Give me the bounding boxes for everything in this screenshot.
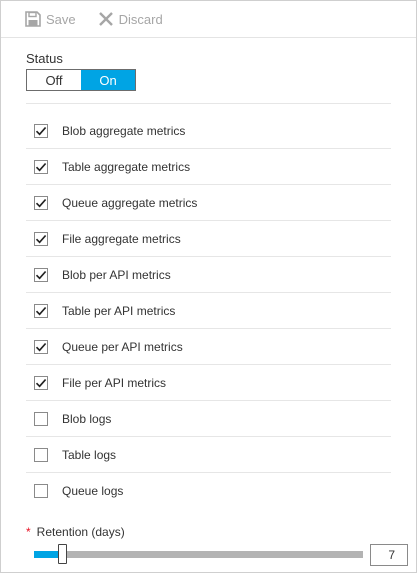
divider [26, 103, 391, 104]
metric-row[interactable]: Blob logs [26, 401, 391, 437]
retention-label-text: Retention (days) [36, 525, 125, 539]
metric-checkbox[interactable] [34, 411, 48, 426]
metric-checkbox[interactable] [34, 447, 48, 462]
status-on-option[interactable]: On [81, 70, 135, 90]
checkmark-icon [35, 234, 47, 244]
status-toggle: Off On [26, 69, 136, 91]
required-marker: * [26, 525, 31, 539]
metric-row[interactable]: File per API metrics [26, 365, 391, 401]
metric-row[interactable]: Blob per API metrics [26, 257, 391, 293]
metric-label: Table aggregate metrics [62, 159, 191, 174]
metric-row[interactable]: Queue aggregate metrics [26, 185, 391, 221]
save-label: Save [46, 11, 76, 27]
metric-label: Queue per API metrics [62, 339, 183, 354]
metric-row[interactable]: Blob aggregate metrics [26, 113, 391, 149]
metric-checkbox[interactable] [34, 195, 48, 210]
metric-checkbox[interactable] [34, 484, 48, 498]
metric-row[interactable]: Queue per API metrics [26, 329, 391, 365]
checkmark-icon [35, 378, 47, 388]
metric-label: Table logs [62, 447, 117, 462]
checkmark-icon [35, 162, 47, 172]
storage-diagnostics-panel: Save Discard Status Off On Blob aggregat… [0, 0, 417, 573]
metric-label: Blob logs [62, 411, 112, 426]
checkmark-icon [35, 126, 47, 136]
metric-checkbox[interactable] [34, 123, 48, 138]
metric-row[interactable]: Queue logs [26, 473, 391, 509]
metric-checkbox[interactable] [34, 231, 48, 246]
x-icon [98, 12, 113, 26]
metric-label: Blob per API metrics [62, 267, 171, 282]
metric-checkbox[interactable] [34, 159, 48, 174]
metric-checkbox[interactable] [34, 339, 48, 354]
metric-row[interactable]: File aggregate metrics [26, 221, 391, 257]
retention-days-input[interactable] [370, 544, 408, 566]
status-off-option[interactable]: Off [27, 70, 81, 90]
metric-label: Blob aggregate metrics [62, 123, 186, 138]
toolbar: Save Discard [1, 1, 416, 38]
metric-row[interactable]: Table aggregate metrics [26, 149, 391, 185]
checkmark-icon [35, 198, 47, 208]
status-label: Status [26, 51, 63, 66]
metric-label: File per API metrics [62, 375, 167, 390]
metric-label: File aggregate metrics [62, 231, 181, 246]
metric-checkbox[interactable] [34, 267, 48, 282]
retention-slider-thumb[interactable] [58, 544, 67, 564]
save-button[interactable]: Save [25, 11, 76, 27]
metric-checkbox[interactable] [34, 303, 48, 318]
metric-row[interactable]: Table per API metrics [26, 293, 391, 329]
checkmark-icon [35, 306, 47, 316]
floppy-disk-icon [25, 11, 41, 27]
metric-row[interactable]: Table logs [26, 437, 391, 473]
metric-label: Table per API metrics [62, 303, 176, 318]
discard-button[interactable]: Discard [98, 11, 163, 27]
metric-label: Queue logs [62, 484, 124, 498]
checkmark-icon [35, 270, 47, 280]
discard-label: Discard [118, 11, 163, 27]
retention-label: * Retention (days) [26, 525, 125, 539]
metric-checkbox[interactable] [34, 375, 48, 390]
metrics-checkbox-list: Blob aggregate metrics Table aggregate me… [26, 113, 391, 509]
retention-slider[interactable] [34, 544, 363, 564]
metric-label: Queue aggregate metrics [62, 195, 198, 210]
checkmark-icon [35, 342, 47, 352]
